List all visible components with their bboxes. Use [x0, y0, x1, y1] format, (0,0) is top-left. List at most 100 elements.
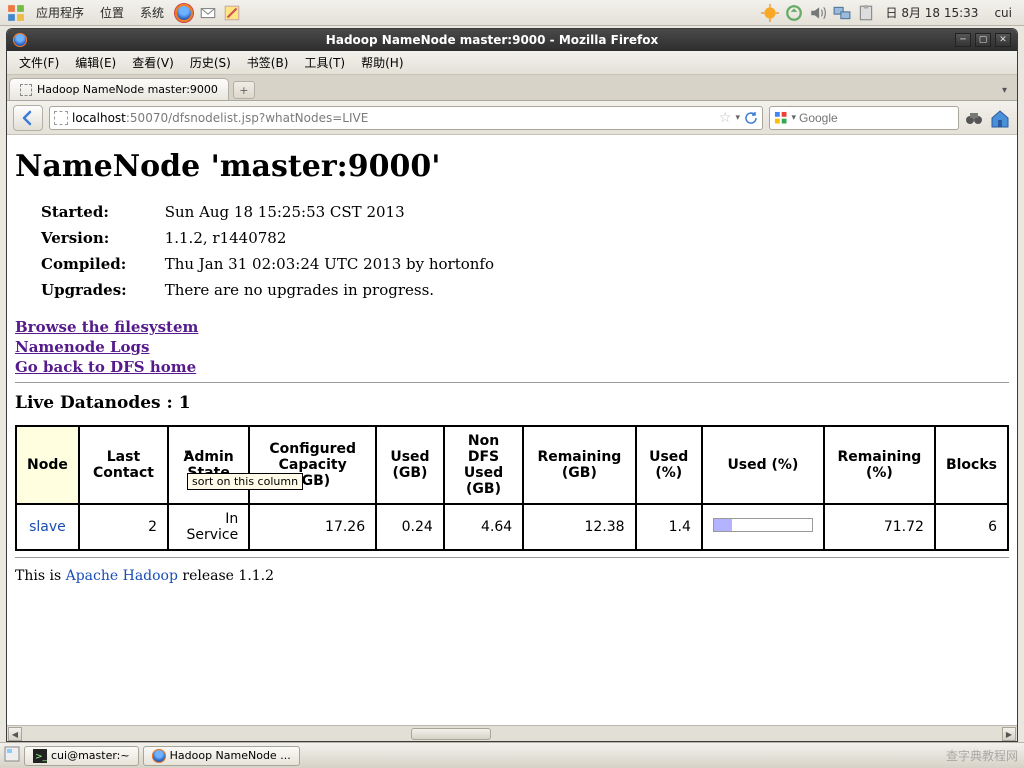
horizontal-scrollbar[interactable]: ◀ ▶ — [7, 725, 1017, 741]
cell-used-pct: 1.4 — [636, 504, 702, 550]
search-bar[interactable]: ▾ — [769, 106, 959, 130]
scroll-right-icon[interactable]: ▶ — [1002, 727, 1016, 741]
label-compiled: Compiled: — [35, 252, 157, 276]
cell-remaining: 12.38 — [523, 504, 635, 550]
value-upgrades: There are no upgrades in progress. — [159, 278, 500, 302]
url-dropdown-icon[interactable]: ▾ — [735, 113, 740, 123]
menu-history[interactable]: 历史(S) — [182, 54, 239, 71]
updates-icon[interactable] — [785, 4, 803, 22]
firefox-launcher-icon[interactable] — [175, 4, 193, 22]
url-path: :50070/dfsnodelist.jsp?whatNodes=LIVE — [126, 111, 368, 125]
node-link[interactable]: slave — [29, 519, 66, 535]
google-icon — [774, 111, 787, 125]
cell-nondfs: 4.64 — [444, 504, 523, 550]
th-used-pct[interactable]: Used (%) — [636, 426, 702, 504]
browser-tab[interactable]: Hadoop NameNode master:9000 — [9, 78, 229, 100]
tab-title: Hadoop NameNode master:9000 — [37, 83, 218, 96]
cell-blocks: 6 — [935, 504, 1008, 550]
live-datanodes-heading: Live Datanodes : 1 — [15, 393, 1009, 413]
sort-tooltip: sort on this column — [187, 473, 303, 490]
th-nondfs-used[interactable]: Non DFS Used (GB) — [444, 426, 523, 504]
nav-links: Browse the filesystem Namenode Logs Go b… — [15, 318, 1009, 376]
link-namenode-logs[interactable]: Namenode Logs — [15, 338, 1009, 356]
page-content: NameNode 'master:9000' Started:Sun Aug 1… — [7, 135, 1017, 725]
svg-text:>_: >_ — [35, 752, 47, 762]
clipboard-icon[interactable] — [857, 4, 875, 22]
th-node[interactable]: Node — [16, 426, 79, 504]
show-desktop-icon[interactable] — [4, 746, 20, 765]
task-firefox[interactable]: Hadoop NameNode ... — [143, 746, 300, 766]
table-header-row: Node Last Contact Admin State Configured… — [16, 426, 1008, 504]
value-started: Sun Aug 18 15:25:53 CST 2013 — [159, 200, 500, 224]
cell-used-bar — [702, 504, 824, 550]
th-configured-capacity[interactable]: Configured Capacity (GB) — [249, 426, 376, 504]
th-last-contact[interactable]: Last Contact — [79, 426, 168, 504]
volume-icon[interactable] — [809, 4, 827, 22]
menu-bookmarks[interactable]: 书签(B) — [239, 54, 297, 71]
user-menu[interactable]: cui — [986, 6, 1020, 20]
footer-text: This is Apache Hadoop release 1.1.2 — [15, 568, 1009, 584]
table-row: slave 2 In Service 17.26 0.24 4.64 12.38… — [16, 504, 1008, 550]
page-title: NameNode 'master:9000' — [15, 149, 1009, 184]
menu-applications[interactable]: 应用程序 — [28, 4, 92, 21]
scroll-thumb[interactable] — [411, 728, 491, 740]
weather-icon[interactable] — [761, 4, 779, 22]
cell-last-contact: 2 — [79, 504, 168, 550]
label-upgrades: Upgrades: — [35, 278, 157, 302]
firefox-icon — [13, 33, 27, 47]
menu-view[interactable]: 查看(V) — [124, 54, 182, 71]
menu-system[interactable]: 系统 — [132, 4, 172, 21]
divider — [15, 382, 1009, 383]
mail-launcher-icon[interactable] — [199, 4, 217, 22]
cell-remaining-pct: 71.72 — [824, 504, 935, 550]
link-browse-fs[interactable]: Browse the filesystem — [15, 318, 1009, 336]
th-blocks[interactable]: Blocks — [935, 426, 1008, 504]
home-button[interactable] — [989, 107, 1011, 129]
th-remaining-gb[interactable]: Remaining (GB) — [523, 426, 635, 504]
gnome-menu-icon[interactable] — [7, 4, 25, 22]
th-admin-state[interactable]: Admin State — [168, 426, 249, 504]
th-remaining-pct[interactable]: Remaining (%) — [824, 426, 935, 504]
menu-edit[interactable]: 编辑(E) — [67, 54, 124, 71]
back-button[interactable] — [13, 105, 43, 131]
menu-places[interactable]: 位置 — [92, 4, 132, 21]
network-icon[interactable] — [833, 4, 851, 22]
url-favicon — [54, 111, 68, 125]
close-button[interactable]: ✕ — [995, 33, 1011, 47]
label-started: Started: — [35, 200, 157, 224]
window-title: Hadoop NameNode master:9000 - Mozilla Fi… — [33, 33, 951, 47]
cell-configured: 17.26 — [249, 504, 376, 550]
th-used-bar[interactable]: Used (%) — [702, 426, 824, 504]
menu-help[interactable]: 帮助(H) — [353, 54, 411, 71]
value-compiled: Thu Jan 31 02:03:24 UTC 2013 by hortonfo — [159, 252, 500, 276]
gnome-top-panel: 应用程序 位置 系统 日 8月 18 15:33 cui — [0, 0, 1024, 26]
menu-file[interactable]: 文件(F) — [11, 54, 67, 71]
url-bar[interactable]: localhost:50070/dfsnodelist.jsp?whatNode… — [49, 106, 763, 130]
nav-toolbar: localhost:50070/dfsnodelist.jsp?whatNode… — [7, 101, 1017, 135]
link-apache-hadoop[interactable]: Apache Hadoop — [66, 568, 178, 584]
firefox-menubar: 文件(F) 编辑(E) 查看(V) 历史(S) 书签(B) 工具(T) 帮助(H… — [7, 51, 1017, 75]
menu-tools[interactable]: 工具(T) — [296, 54, 353, 71]
maximize-button[interactable]: ▢ — [975, 33, 991, 47]
window-titlebar[interactable]: Hadoop NameNode master:9000 - Mozilla Fi… — [7, 29, 1017, 51]
info-table: Started:Sun Aug 18 15:25:53 CST 2013 Ver… — [33, 198, 502, 304]
minimize-button[interactable]: ─ — [955, 33, 971, 47]
cell-used: 0.24 — [376, 504, 444, 550]
divider — [15, 557, 1009, 558]
scroll-left-icon[interactable]: ◀ — [8, 727, 22, 741]
search-input[interactable] — [799, 111, 954, 125]
th-used-gb[interactable]: Used (GB) — [376, 426, 444, 504]
tab-favicon — [20, 84, 32, 96]
firefox-window: Hadoop NameNode master:9000 - Mozilla Fi… — [6, 28, 1018, 742]
reload-icon[interactable] — [744, 111, 758, 125]
link-dfs-home[interactable]: Go back to DFS home — [15, 358, 1009, 376]
tabs-dropdown-icon[interactable]: ▾ — [998, 81, 1011, 100]
clock[interactable]: 日 8月 18 15:33 — [878, 4, 987, 21]
bookmark-star-icon[interactable]: ☆ — [719, 110, 732, 126]
notes-launcher-icon[interactable] — [223, 4, 241, 22]
new-tab-button[interactable]: + — [233, 81, 255, 99]
task-terminal[interactable]: >_ cui@master:~ — [24, 746, 139, 766]
search-engine-dropdown-icon[interactable]: ▾ — [791, 113, 796, 123]
watermark: 查字典教程网 — [946, 747, 1018, 764]
binoculars-icon[interactable] — [965, 109, 983, 127]
